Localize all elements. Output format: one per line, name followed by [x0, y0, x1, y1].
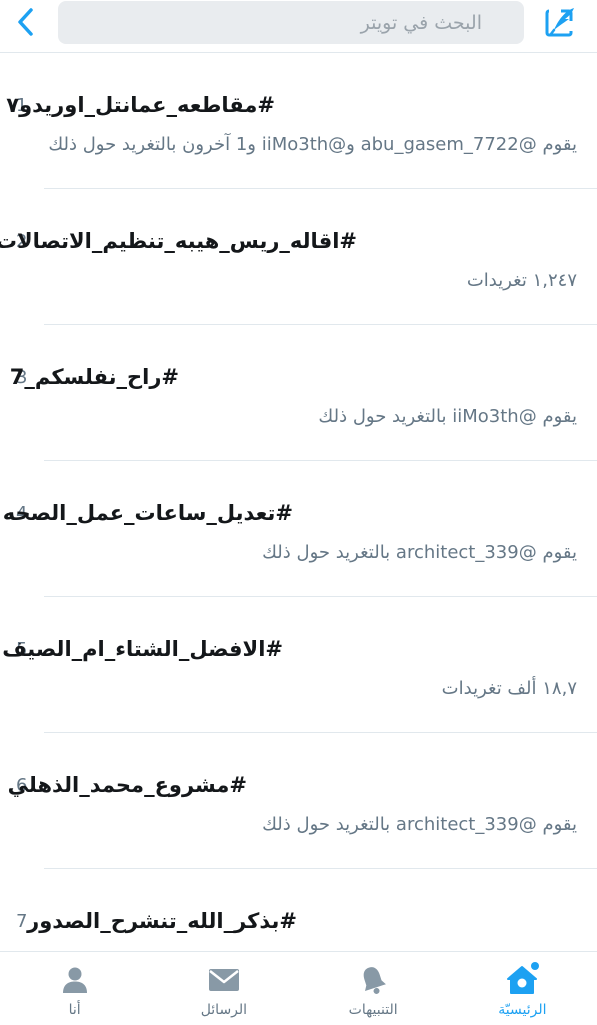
envelope-icon — [207, 964, 241, 996]
bell-icon — [356, 964, 390, 996]
trend-item[interactable]: 5 #الافضل_الشتاء_ام_الصيف ١٨,٧ ألف تغريد… — [0, 597, 597, 733]
compose-tweet-button[interactable] — [540, 4, 580, 44]
trend-hashtag[interactable]: #اقاله_ريس_هيبه_تنظيم_الاتصالات — [0, 229, 357, 253]
trend-meta: يقوم @architect_339 بالتغريد حول ذلك — [262, 814, 577, 835]
trend-hashtag[interactable]: #تعديل_ساعات_عمل_الصحه — [3, 501, 293, 525]
search-input[interactable] — [58, 1, 524, 44]
top-bar — [0, 0, 597, 53]
tab-label: الرسائل — [200, 1002, 248, 1018]
trend-meta: يقوم @abu_gasem_7722 و@iiMo3th و1 آخرون … — [48, 134, 577, 155]
person-icon — [58, 964, 92, 996]
trends-list: 1 #مقاطعه_عمانتل_اوريدو٧ يقوم @abu_gasem… — [0, 53, 597, 951]
trend-hashtag[interactable]: #مقاطعه_عمانتل_اوريدو٧ — [6, 93, 275, 117]
tab-notifications[interactable]: التنبيهات — [299, 952, 448, 1025]
tab-label: التنبيهات — [348, 1002, 398, 1018]
trend-hashtag[interactable]: #الافضل_الشتاء_ام_الصيف — [2, 637, 283, 661]
trend-meta: ١,٢٤٧ تغريدات — [466, 270, 577, 291]
trend-hashtag[interactable]: #بذكر_الله_تنشرح_الصدور — [27, 909, 297, 933]
trend-hashtag[interactable]: #راح_نفلسكم_7 — [10, 365, 179, 389]
tab-home[interactable]: الرئيسيّة — [448, 952, 597, 1025]
back-button[interactable] — [8, 4, 44, 44]
compose-tweet-icon — [543, 5, 577, 43]
trend-item[interactable]: 3 #راح_نفلسكم_7 يقوم @iiMo3th بالتغريد ح… — [0, 325, 597, 461]
trend-rank: 7 — [16, 911, 28, 932]
chevron-left-icon — [16, 6, 36, 42]
tab-me[interactable]: أنا — [0, 952, 149, 1025]
trend-meta: يقوم @architect_339 بالتغريد حول ذلك — [262, 542, 577, 563]
tab-label: الرئيسيّة — [498, 1002, 547, 1018]
trend-hashtag[interactable]: #مشروع_محمد_الذهلي — [8, 773, 247, 797]
tab-label: أنا — [68, 1002, 81, 1018]
trend-item[interactable]: 1 #مقاطعه_عمانتل_اوريدو٧ يقوم @abu_gasem… — [0, 53, 597, 189]
trend-item[interactable]: 7 #بذكر_الله_تنشرح_الصدور — [0, 869, 597, 951]
trend-item[interactable]: 4 #تعديل_ساعات_عمل_الصحه يقوم @architect… — [0, 461, 597, 597]
trend-meta: ١٨,٧ ألف تغريدات — [441, 678, 577, 699]
tab-messages[interactable]: الرسائل — [149, 952, 298, 1025]
trend-item[interactable]: 2 #اقاله_ريس_هيبه_تنظيم_الاتصالات ١,٢٤٧ … — [0, 189, 597, 325]
trend-meta: يقوم @iiMo3th بالتغريد حول ذلك — [318, 406, 577, 427]
trend-item[interactable]: 6 #مشروع_محمد_الذهلي يقوم @architect_339… — [0, 733, 597, 869]
tab-bar: أنا الرسائل التنبيهات الرئيسيّة — [0, 951, 597, 1025]
